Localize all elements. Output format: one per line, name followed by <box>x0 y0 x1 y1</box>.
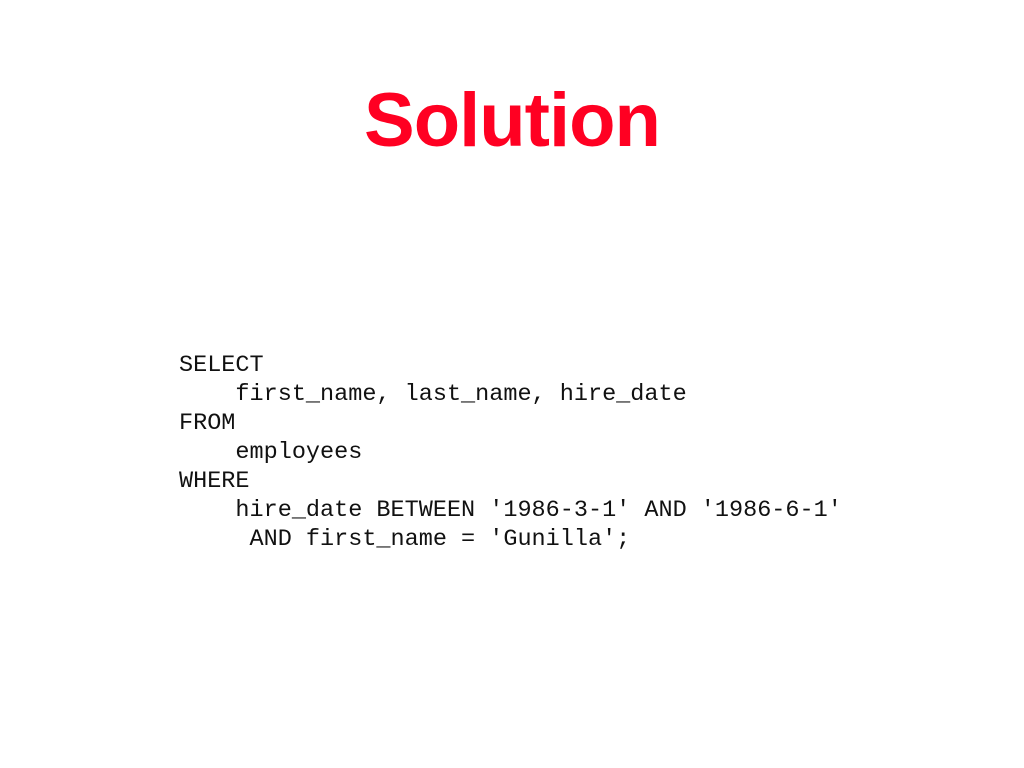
sql-code-block: SELECT first_name, last_name, hire_date … <box>179 351 842 554</box>
code-line-select: SELECT <box>179 352 264 379</box>
code-line-between: hire_date BETWEEN '1986-3-1' AND '1986-6… <box>179 497 842 524</box>
slide-title: Solution <box>364 78 661 163</box>
code-line-columns: first_name, last_name, hire_date <box>179 381 687 408</box>
code-line-from: FROM <box>179 410 236 437</box>
code-line-table: employees <box>179 439 363 466</box>
code-line-where: WHERE <box>179 468 250 495</box>
code-line-and: AND first_name = 'Gunilla'; <box>179 526 631 553</box>
